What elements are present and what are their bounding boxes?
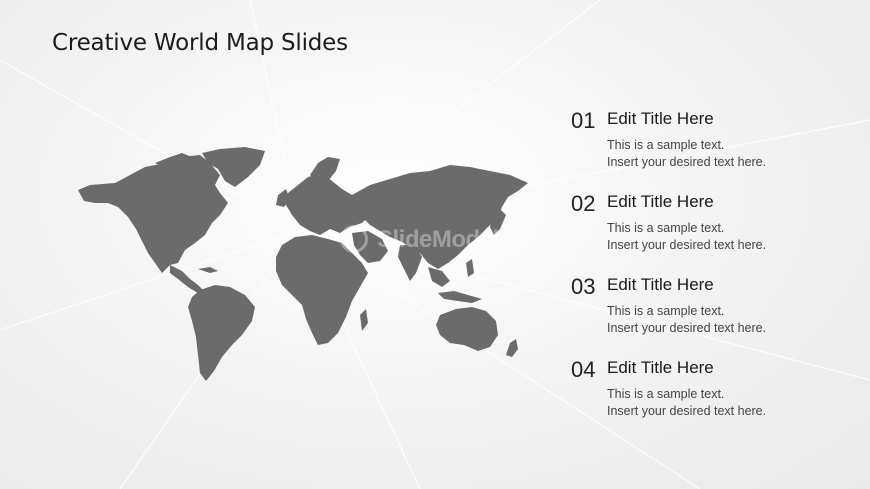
item-text-line-1: This is a sample text. bbox=[607, 304, 725, 318]
item-number: 02 bbox=[571, 191, 596, 216]
watermark-text: SlideModel bbox=[377, 226, 499, 253]
item-title: Edit Title Here bbox=[607, 275, 714, 294]
slide-title: Creative World Map Slides bbox=[52, 30, 348, 56]
map-indonesia bbox=[438, 291, 482, 303]
item-title: Edit Title Here bbox=[607, 192, 714, 211]
watermark-suffix: .com bbox=[498, 239, 517, 249]
map-southeast-asia bbox=[428, 267, 450, 287]
map-philippines bbox=[466, 259, 474, 277]
item-title: Edit Title Here bbox=[607, 358, 714, 377]
map-australia bbox=[436, 307, 498, 351]
item-text-line-1: This is a sample text. bbox=[607, 138, 725, 152]
item-text-line-1: This is a sample text. bbox=[607, 221, 725, 235]
item-text-line-2: Insert your desired text here. bbox=[607, 238, 767, 252]
map-madagascar bbox=[360, 309, 368, 331]
item-number: 04 bbox=[571, 357, 596, 382]
item-text-line-2: Insert your desired text here. bbox=[607, 155, 767, 169]
map-north-america bbox=[78, 155, 228, 273]
map-caribbean bbox=[198, 267, 218, 273]
item-text-line-1: This is a sample text. bbox=[607, 387, 725, 401]
item-title: Edit Title Here bbox=[607, 109, 714, 128]
item-text-line-2: Insert your desired text here. bbox=[607, 321, 767, 335]
map-south-america bbox=[188, 285, 255, 381]
watermark: SlideModel.com bbox=[345, 226, 517, 254]
item-text-line-2: Insert your desired text here. bbox=[607, 404, 767, 418]
slide: Creative World Map Slides SlideModel.com… bbox=[0, 0, 870, 489]
item-number: 03 bbox=[571, 274, 596, 299]
world-map bbox=[78, 147, 528, 381]
map-new-zealand bbox=[506, 339, 518, 357]
item-number: 01 bbox=[571, 108, 596, 133]
